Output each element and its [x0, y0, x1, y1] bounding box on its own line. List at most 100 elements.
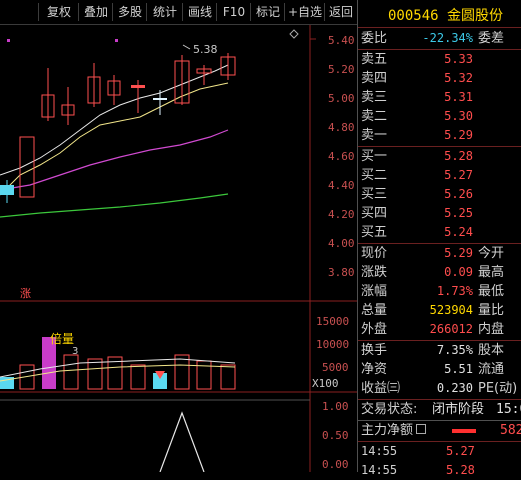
quote-label: 净资 — [361, 362, 388, 377]
quote-value: 7.35% — [436, 343, 473, 357]
quote-label-right: 流通 — [478, 362, 505, 377]
quote-label: 现价 — [361, 246, 388, 261]
ask-price: 5.33 — [444, 52, 473, 66]
toolbar-draw-line-button[interactable]: 画线 — [182, 3, 217, 21]
bid-row[interactable]: 买四 5.25 — [358, 204, 521, 223]
ask-row[interactable]: 卖四 5.32 — [358, 69, 521, 88]
quote-label: 涨幅 — [361, 284, 388, 299]
tick-row: 14:55 5.27 — [358, 442, 521, 461]
order-ratio-value: -22.34% — [422, 31, 473, 45]
tick-price: 5.28 — [446, 463, 475, 477]
order-diff-label: 委差 — [478, 31, 505, 46]
quote-row-change-pct: 涨幅 1.73% 最低 — [358, 282, 521, 301]
trading-status-time: 15:0 — [496, 402, 521, 417]
quote-value: 266012 — [429, 322, 473, 336]
toolbar-multi-stock-button[interactable]: 多股 — [112, 3, 147, 21]
toolbar-add-watchlist-button[interactable]: +自选 — [284, 3, 325, 21]
toolbar-mark-button[interactable]: 标记 — [250, 3, 285, 21]
ask-level-label: 卖五 — [361, 52, 388, 67]
chart-toolbar: 复权 叠加 多股 统计 画线 F10 标记 +自选 返回 — [0, 0, 358, 25]
bid-row[interactable]: 买二 5.27 — [358, 166, 521, 185]
toolbar-back-button[interactable]: 返回 — [324, 3, 358, 21]
toolbar-overlay-button[interactable]: 叠加 — [78, 3, 113, 21]
quote-value: 0.230 — [436, 381, 473, 395]
quote-label-right: 今开 — [478, 246, 505, 261]
ask-row[interactable]: 卖三 5.31 — [358, 88, 521, 107]
quote-label: 外盘 — [361, 322, 388, 337]
toolbar-restore-rights-button[interactable]: 复权 — [38, 3, 79, 21]
bid-level-label: 买二 — [361, 168, 388, 183]
volume-ma-line — [0, 358, 236, 378]
quote-row-turnover: 换手 7.35% 股本 — [358, 341, 521, 360]
price-axis-label: 4.00 — [328, 237, 355, 250]
ask-row[interactable]: 卖五 5.33 — [358, 50, 521, 69]
diamond-icon[interactable] — [289, 29, 299, 39]
ask-level-label: 卖三 — [361, 90, 388, 105]
main-flow-bar — [452, 429, 476, 433]
ask-level-label: 卖四 — [361, 71, 388, 86]
stock-header[interactable]: 000546 金圆股份 — [388, 5, 503, 25]
ask-row[interactable]: 卖一 5.29 — [358, 126, 521, 145]
ask-price: 5.29 — [444, 128, 473, 142]
main-flow-toggle-icon[interactable] — [416, 424, 426, 434]
bid-level-label: 买三 — [361, 187, 388, 202]
price-axis-label: 3.80 — [328, 266, 355, 279]
bid-price: 5.28 — [444, 149, 473, 163]
macd-axis-label: 0.50 — [322, 429, 349, 442]
quote-label: 涨跌 — [361, 265, 388, 280]
main-flow-label: 主力净额 — [361, 423, 414, 438]
quote-label-right: 最高 — [478, 265, 505, 280]
quote-label-right: 最低 — [478, 284, 505, 299]
price-axis-label: 5.00 — [328, 92, 355, 105]
price-axis-label: 5.40 — [328, 34, 355, 47]
quote-label: 总量 — [361, 303, 388, 318]
bid-row[interactable]: 买一 5.28 — [358, 147, 521, 166]
quote-row-change: 涨跌 0.09 最高 — [358, 263, 521, 282]
volume-double-badge: 倍量 — [50, 331, 74, 346]
quote-row-net-assets: 净资 5.51 流通 — [358, 360, 521, 379]
price-axis-label: 4.40 — [328, 179, 355, 192]
volume-badge-num: 3 — [72, 346, 78, 357]
tick-price: 5.27 — [446, 444, 475, 458]
quote-panel: 000546 金圆股份 委比 -22.34% 委差 卖五 5.33 卖四 5.3… — [357, 0, 521, 477]
candles — [0, 53, 236, 203]
ask-level-label: 卖二 — [361, 109, 388, 124]
bid-price: 5.24 — [444, 225, 473, 239]
tick-row: 14:55 5.28 — [358, 461, 521, 480]
quote-label-right: 股本 — [478, 343, 505, 358]
ask-row[interactable]: 卖二 5.30 — [358, 107, 521, 126]
quote-label-right: 内盘 — [478, 322, 505, 337]
quote-value: 0.09 — [444, 265, 473, 279]
volume-axis-label: 10000 — [316, 338, 350, 351]
price-axis-label: 4.20 — [328, 208, 355, 221]
tick-time: 14:55 — [361, 444, 398, 458]
bid-level-label: 买五 — [361, 225, 388, 240]
macd-axis-label: 1.00 — [322, 400, 349, 413]
kline-svg: 5.38 涨 倍量 3 — [0, 25, 357, 473]
quote-value: 1.73% — [436, 284, 473, 298]
bid-row[interactable]: 买五 5.24 — [358, 223, 521, 242]
quote-row-current-price: 现价 5.29 今开 — [358, 244, 521, 263]
volume-bars — [0, 337, 236, 390]
quote-value: 523904 — [429, 303, 473, 317]
toolbar-f10-button[interactable]: F10 — [216, 3, 251, 21]
quote-value: 5.29 — [444, 246, 473, 260]
price-axis-label: 4.60 — [328, 150, 355, 163]
main-flow-row[interactable]: 主力净额 582 — [358, 421, 521, 440]
bid-price: 5.25 — [444, 206, 473, 220]
trading-status-value: 闭市阶段 — [432, 402, 485, 417]
quote-label-right: PE(动) — [478, 381, 518, 396]
quote-row-earnings: 收益㈢ 0.230 PE(动) — [358, 379, 521, 398]
macd-axis-label: 0.00 — [322, 458, 349, 471]
toolbar-statistics-button[interactable]: 统计 — [146, 3, 183, 21]
quote-row-outer: 外盘 266012 内盘 — [358, 320, 521, 339]
quote-label-right: 量比 — [478, 303, 505, 318]
order-ratio-label: 委比 — [361, 31, 388, 46]
ask-price: 5.31 — [444, 90, 473, 104]
chart-marker — [7, 39, 10, 42]
stock-name: 金圆股份 — [447, 8, 504, 24]
high-pointer — [182, 44, 191, 50]
volume-axis-label: 15000 — [316, 315, 350, 328]
kline-chart[interactable]: 5.38 涨 倍量 3 5.40 5.20 5.00 4.80 4.60 4.4… — [0, 25, 357, 473]
bid-row[interactable]: 买三 5.26 — [358, 185, 521, 204]
